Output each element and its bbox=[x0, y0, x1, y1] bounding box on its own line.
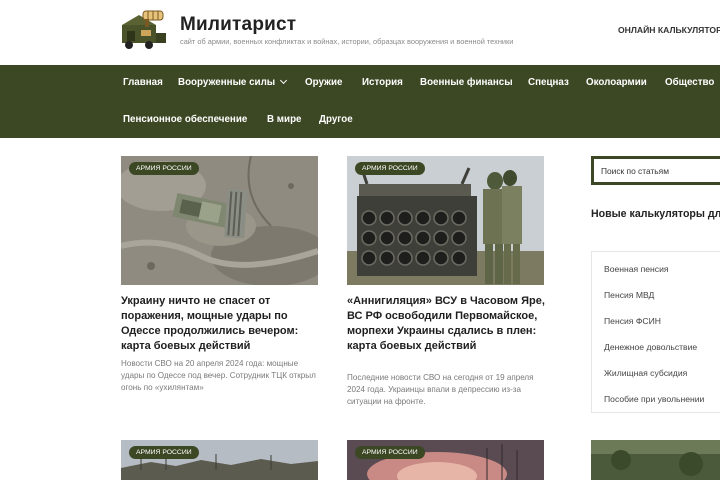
site-title[interactable]: Милитарист bbox=[180, 14, 296, 36]
nav-item-label: Пенсионное обеспечение bbox=[123, 114, 248, 125]
nav-item-label: Другое bbox=[319, 114, 353, 125]
online-calculators-link[interactable]: ОНЛАЙН КАЛЬКУЛЯТОРЫ bbox=[618, 25, 720, 35]
nav-item-label: Оружие bbox=[305, 77, 343, 88]
nav-item-pension[interactable]: Пенсионное обеспечение bbox=[123, 114, 247, 125]
article-image[interactable]: АРМИЯ РОССИИ bbox=[347, 440, 544, 480]
nav-item-label: Общество bbox=[665, 77, 715, 88]
nav-item-history[interactable]: История bbox=[362, 77, 403, 88]
sidebar-link-dismissal-benefit[interactable]: Пособие при увольнении bbox=[592, 386, 720, 412]
sidebar-heading: Новые калькуляторы для онлайн расчетов в… bbox=[591, 208, 720, 220]
sidebar-banner-image[interactable] bbox=[591, 440, 720, 480]
nav-item-weapons[interactable]: Оружие bbox=[305, 77, 342, 88]
sidebar-link-fsin-pension[interactable]: Пенсия ФСИН bbox=[592, 308, 720, 334]
nav-item-label: В мире bbox=[267, 114, 302, 125]
page: Милитарист сайт об армии, военных конфли… bbox=[0, 0, 720, 480]
article-title[interactable]: «Аннигиляция» ВСУ в Часовом Яре, ВС РФ о… bbox=[347, 294, 547, 354]
nav-item-label: Вооруженные силы bbox=[178, 77, 276, 88]
category-badge[interactable]: АРМИЯ РОССИИ bbox=[129, 162, 199, 175]
nav-item-label: Спецназ bbox=[528, 77, 569, 88]
sidebar-link-housing-subsidy[interactable]: Жилищная субсидия bbox=[592, 360, 720, 386]
nav-item-label: История bbox=[362, 77, 403, 88]
nav-item-world[interactable]: В мире bbox=[267, 114, 302, 125]
nav-item-label: Околоармии bbox=[586, 77, 647, 88]
nav-item-military-finance[interactable]: Военные финансы bbox=[420, 77, 513, 88]
chevron-down-icon bbox=[280, 76, 288, 85]
category-badge[interactable]: АРМИЯ РОССИИ bbox=[129, 446, 199, 459]
search-box[interactable] bbox=[591, 156, 720, 185]
calculators-list: Военная пенсия Пенсия МВД Пенсия ФСИН Де… bbox=[591, 251, 720, 413]
article-image[interactable]: АРМИЯ РОССИИ bbox=[347, 156, 544, 285]
nav-item-label: Военные финансы bbox=[420, 77, 513, 88]
nav-item-armed-forces[interactable]: Вооруженные силы bbox=[178, 76, 288, 88]
category-badge[interactable]: АРМИЯ РОССИИ bbox=[355, 446, 425, 459]
sidebar-link-military-pension[interactable]: Военная пенсия bbox=[592, 256, 720, 282]
nav-item-label: Главная bbox=[123, 77, 163, 88]
article-image[interactable]: АРМИЯ РОССИИ bbox=[121, 440, 318, 480]
military-truck-logo-icon[interactable] bbox=[121, 9, 167, 50]
nav-item-home[interactable]: Главная bbox=[123, 77, 163, 88]
sidebar-link-mvd-pension[interactable]: Пенсия МВД bbox=[592, 282, 720, 308]
nav-item-society[interactable]: Общество bbox=[665, 77, 714, 88]
article-title[interactable]: Украину ничто не спасет от поражения, мо… bbox=[121, 294, 321, 354]
nav-item-near-army[interactable]: Околоармии bbox=[586, 77, 647, 88]
site-header: Милитарист сайт об армии, военных конфли… bbox=[0, 0, 720, 65]
nav-item-special-forces[interactable]: Спецназ bbox=[528, 77, 569, 88]
article-excerpt: Последние новости СВО на сегодня от 19 а… bbox=[347, 373, 534, 406]
nav-item-other[interactable]: Другое bbox=[319, 114, 353, 125]
site-description: сайт об армии, военных конфликтах и войн… bbox=[180, 37, 514, 46]
search-input[interactable] bbox=[594, 159, 720, 182]
category-badge[interactable]: АРМИЯ РОССИИ bbox=[355, 162, 425, 175]
sidebar-link-allowance[interactable]: Денежное довольствие bbox=[592, 334, 720, 360]
article-excerpt: Новости СВО на 20 апреля 2024 года: мощн… bbox=[121, 359, 316, 392]
article-image[interactable]: АРМИЯ РОССИИ bbox=[121, 156, 318, 285]
main-navigation: Главная Вооруженные силы Оружие История … bbox=[0, 65, 720, 138]
